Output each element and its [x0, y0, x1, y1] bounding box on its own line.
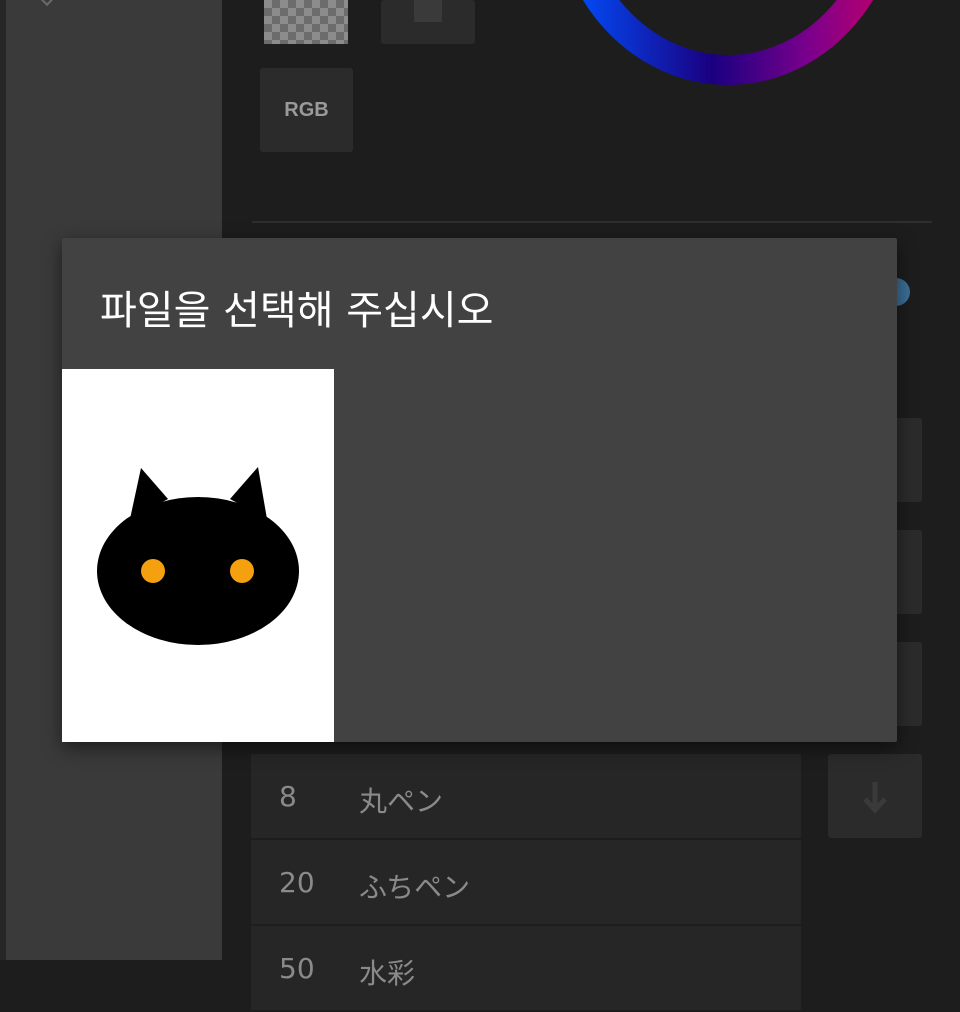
dialog-title: 파일을 선택해 주십시오 [100, 288, 494, 334]
swatch-inner [414, 0, 442, 22]
pen-name: ふちペン [359, 871, 471, 904]
arrow-down-icon [863, 782, 887, 814]
list-item[interactable]: 8 丸ペン [251, 754, 801, 840]
list-item[interactable]: 20 ふちペン [251, 840, 801, 926]
pen-size: 50 [279, 952, 315, 985]
pen-name: 水彩 [359, 957, 416, 990]
list-item[interactable]: 50 水彩 [251, 926, 801, 1012]
color-wheel[interactable] [548, 0, 908, 90]
transparent-color-swatch[interactable] [264, 0, 348, 44]
rgb-mode-button[interactable]: RGB [260, 68, 353, 152]
pen-list: 8 丸ペン 20 ふちペン 50 水彩 [251, 754, 801, 1012]
file-thumbnail[interactable] [62, 369, 334, 742]
move-down-button[interactable] [828, 754, 922, 838]
pen-name: 丸ペン [359, 785, 444, 818]
chevron-down-icon[interactable] [39, 0, 55, 7]
panel-divider [252, 221, 932, 223]
pen-size: 8 [279, 780, 297, 813]
file-select-dialog: 파일을 선택해 주십시오 [62, 238, 897, 742]
black-cat-icon [97, 467, 299, 645]
color-swatch-button[interactable] [381, 0, 475, 44]
pen-size: 20 [279, 866, 315, 899]
